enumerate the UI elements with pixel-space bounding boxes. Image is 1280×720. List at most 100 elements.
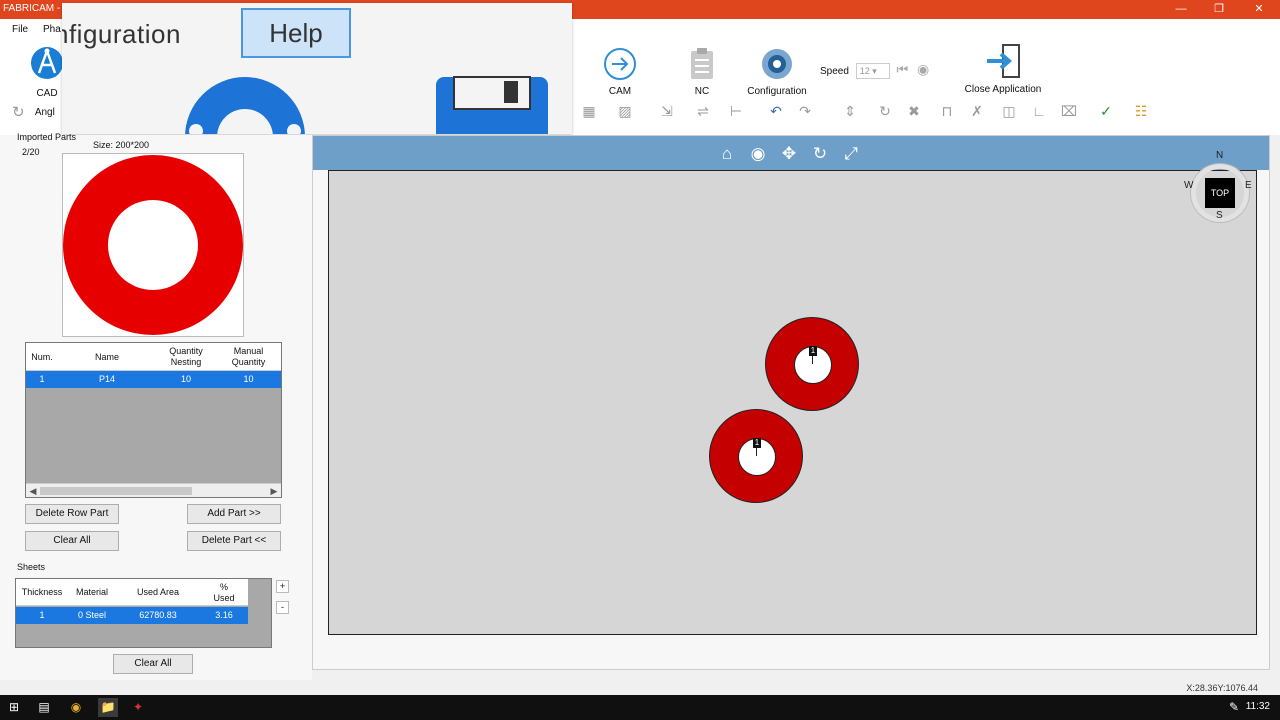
configuration-button[interactable]: Configuration [744, 47, 810, 97]
viewport-toolbar: ⌂ ◉ ✥ ↻ ⤢ [313, 136, 1269, 170]
close-window-icon[interactable]: ✕ [1240, 0, 1278, 19]
nc-grid-icon[interactable]: ▨ [614, 100, 636, 122]
mirror-icon[interactable]: ⇕ [839, 100, 861, 122]
nc-button[interactable]: NC [682, 47, 722, 97]
link-icon[interactable]: ⇌ [692, 100, 714, 122]
table-icon[interactable]: ◫ [998, 100, 1020, 122]
cam-label: CAM [608, 86, 632, 97]
scroll-right-icon[interactable]: ▶ [267, 484, 281, 498]
compass-drafting-icon [31, 47, 63, 79]
bracket-icon[interactable]: ⊓ [936, 100, 958, 122]
cad-label: CAD [36, 88, 58, 99]
corner-icon[interactable]: ∟ [1028, 100, 1050, 122]
table-row[interactable]: 1 0 Steel 62780.83 3.16 [16, 607, 248, 624]
compass-east: E [1245, 180, 1252, 191]
cell-num: 1 [39, 374, 45, 384]
overlay-gear-icon [185, 77, 305, 134]
imported-parts-title: Imported Parts [17, 132, 77, 142]
part-size: Size: 200*200 [93, 140, 150, 150]
cell-qty-nesting: 10 [180, 374, 191, 384]
overlay-help-menu[interactable]: Help [241, 8, 351, 58]
nested-part[interactable]: 1 [709, 409, 803, 503]
view-cube-compass[interactable]: N S E W TOP [1179, 150, 1261, 232]
window-title: FABRICAM - F [3, 3, 70, 14]
clock[interactable]: 11:32 [1246, 701, 1270, 712]
parts-table: Num. Name Quantity Nesting Manual Quanti… [25, 342, 282, 498]
arrow-right-circle-icon [604, 48, 636, 80]
nesting-viewport: ⌂ ◉ ✥ ↻ ⤢ 1 1 N S E W TOP [312, 135, 1270, 670]
align-icon[interactable]: ▦ [578, 100, 600, 122]
clear-all-sheets-button[interactable]: Clear All [113, 654, 193, 674]
windows-start-icon[interactable]: ⊞ [4, 698, 24, 717]
col-material[interactable]: Material [68, 579, 116, 606]
add-sheet-button[interactable]: + [276, 580, 289, 593]
split-icon[interactable]: ✗ [966, 100, 988, 122]
delete-part-button[interactable]: Delete Part << [187, 531, 281, 551]
measure-icon[interactable]: ☷ [1130, 100, 1152, 122]
rotate-view-icon[interactable]: ↻ [808, 142, 832, 166]
part-preview [62, 153, 244, 337]
speed-select[interactable]: 12 ▾ [855, 63, 890, 79]
task-view-icon[interactable]: ▤ [34, 698, 54, 717]
scroll-thumb[interactable] [40, 487, 192, 495]
close-application-label: Close Application [964, 84, 1042, 95]
remove-sheet-button[interactable]: - [276, 601, 289, 614]
status-bar: X:28.36Y:1076.44 [0, 680, 1280, 695]
part-preview-shape [63, 155, 243, 335]
cam-button[interactable]: CAM [600, 47, 640, 97]
delete-row-part-button[interactable]: Delete Row Part [25, 504, 119, 524]
cell-used-area: 62780.83 [139, 610, 177, 620]
col-manual-qty[interactable]: Manual Quantity [216, 343, 281, 371]
angle-label: Angl [34, 107, 55, 118]
speed-control: Speed 12 ▾ ⏮ ◉ [820, 61, 940, 79]
home-icon[interactable]: ⌂ [715, 142, 739, 166]
fit-screen-icon[interactable]: ⤢ [839, 142, 863, 166]
table-row[interactable]: 1 P14 10 10 [26, 371, 281, 388]
undo-icon[interactable]: ↶ [765, 100, 787, 122]
file-explorer-icon[interactable]: 📁 [98, 698, 118, 717]
compass-south: S [1216, 210, 1223, 221]
restore-icon[interactable]: ❐ [1200, 0, 1238, 19]
col-qty-nesting[interactable]: Quantity Nesting [156, 343, 216, 371]
parts-table-header: Num. Name Quantity Nesting Manual Quanti… [26, 343, 281, 371]
sheets-table: Thickness Material Used Area % Used 1 0 … [15, 578, 272, 648]
col-num[interactable]: Num. [26, 343, 58, 371]
rotate-icon: ↻ [12, 104, 25, 121]
chrome-icon[interactable]: ◉ [66, 698, 86, 717]
pan-icon[interactable]: ✥ [777, 142, 801, 166]
tree-icon[interactable]: ⊢ [725, 100, 747, 122]
minimize-icon[interactable]: — [1162, 0, 1200, 19]
fabricam-app-icon[interactable]: ✦ [128, 698, 148, 717]
part-label: 1 [753, 438, 761, 448]
col-name[interactable]: Name [58, 343, 156, 371]
col-used-area[interactable]: Used Area [116, 579, 200, 606]
eye-icon[interactable]: ◉ [746, 142, 770, 166]
overlay-help-label: Help [269, 18, 323, 48]
cad-button[interactable]: CAD [28, 43, 66, 99]
view-top-button[interactable]: TOP [1205, 178, 1235, 208]
menu-phase[interactable]: Pha [43, 24, 61, 35]
scroll-left-icon[interactable]: ◀ [26, 484, 40, 498]
rotate-part-icon[interactable]: ↻ [874, 100, 896, 122]
col-thickness[interactable]: Thickness [16, 579, 68, 606]
stop-icon[interactable]: ◉ [917, 61, 929, 77]
col-pct-used[interactable]: % Used [200, 579, 248, 606]
cross-icon[interactable]: ✖ [903, 100, 925, 122]
add-part-button[interactable]: Add Part >> [187, 504, 281, 524]
clear-all-parts-button[interactable]: Clear All [25, 531, 119, 551]
cell-name: P14 [98, 374, 115, 384]
step-back-icon[interactable]: ⏮ [896, 62, 908, 77]
close-application-button[interactable]: Close Application [962, 43, 1044, 95]
redo-icon[interactable]: ↷ [794, 100, 816, 122]
menu-file[interactable]: File [12, 24, 28, 35]
pen-icon[interactable]: ✎ [1224, 698, 1244, 717]
overlay-configuration-menu[interactable]: nfiguration [62, 19, 181, 50]
exit-door-icon [987, 44, 1020, 78]
sheets-table-header: Thickness Material Used Area % Used [16, 579, 248, 606]
cut-line-icon[interactable]: ✓ [1095, 100, 1117, 122]
nested-part[interactable]: 1 [765, 317, 859, 411]
resize-icon[interactable]: ⇲ [656, 100, 678, 122]
parts-table-scrollbar[interactable]: ◀ ▶ [26, 483, 281, 497]
delete-box-icon[interactable]: ⌧ [1058, 100, 1080, 122]
sheet-canvas[interactable]: 1 1 [328, 170, 1257, 635]
